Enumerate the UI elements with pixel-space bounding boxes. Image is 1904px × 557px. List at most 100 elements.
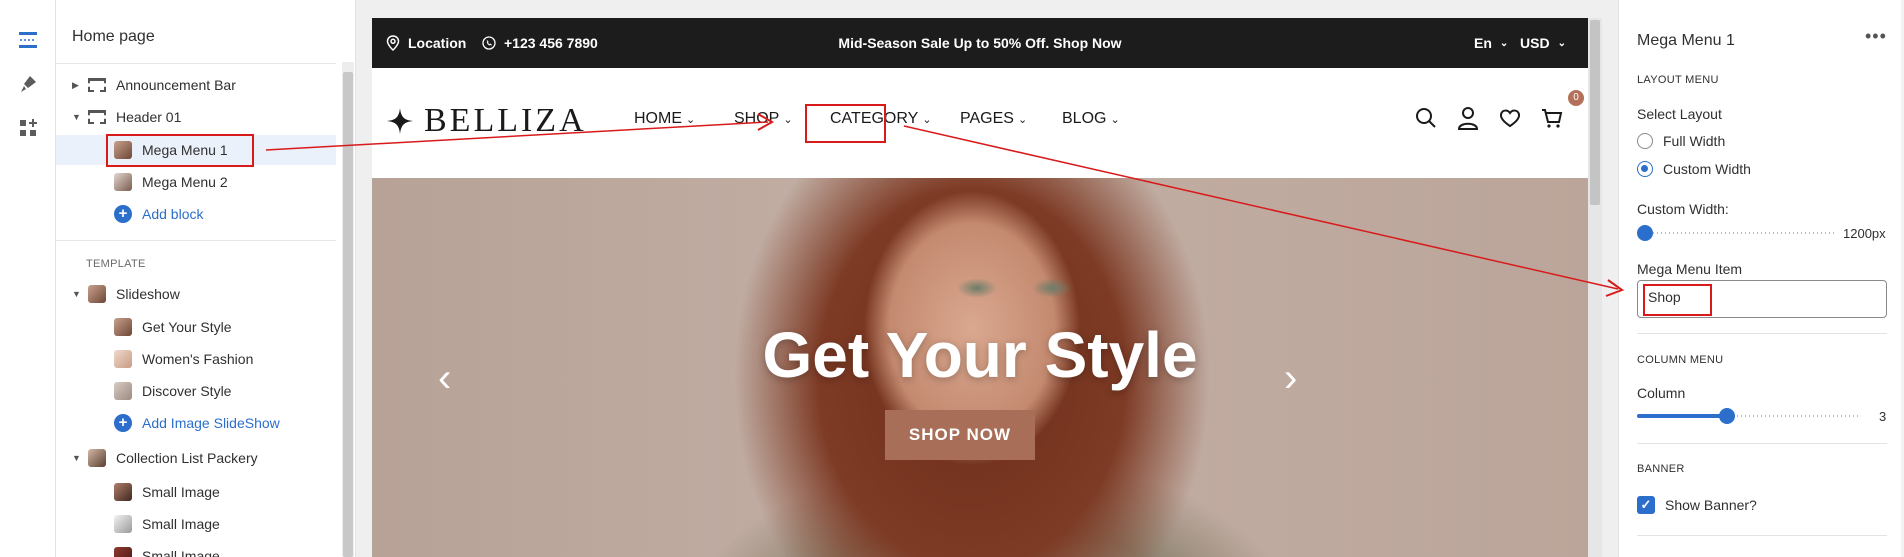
nav-pages[interactable]: PAGES ⌄	[960, 110, 1027, 128]
currency-label: USD	[1520, 35, 1550, 51]
nav-label: BLOG	[1062, 110, 1107, 127]
radio-button[interactable]	[1637, 161, 1653, 177]
chevron-down-icon: ⌄	[1110, 113, 1120, 126]
announcement-bar: Location +123 456 7890 Mid-Season Sale U…	[372, 18, 1588, 68]
preview-scrollbar[interactable]	[1588, 18, 1602, 557]
block-thumbnail	[114, 483, 132, 501]
more-options-icon[interactable]: •••	[1865, 26, 1887, 47]
column-slider[interactable]	[1637, 408, 1859, 424]
highlight-box-shop-input	[1643, 284, 1712, 316]
account-icon[interactable]	[1454, 104, 1482, 132]
sections-sidebar: Home page ▶ Announcement Bar ▼ Header 01…	[56, 0, 356, 557]
chevron-down-icon: ⌄	[922, 113, 932, 126]
block-slide[interactable]: Women's Fashion	[56, 344, 336, 374]
chevron-down-icon: ⌄	[1499, 37, 1509, 49]
wishlist-heart-icon[interactable]	[1496, 104, 1524, 132]
slider-knob[interactable]	[1637, 225, 1653, 241]
location-pin-icon	[386, 35, 400, 51]
section-label: Collection List Packery	[116, 450, 258, 466]
chevron-down-icon: ⌄	[783, 113, 793, 126]
column-label: Column	[1637, 385, 1686, 401]
divider	[1637, 535, 1887, 536]
language-selector[interactable]: En ⌄	[1474, 18, 1508, 68]
select-layout-label: Select Layout	[1637, 106, 1722, 122]
sidebar-scrollbar[interactable]	[342, 62, 354, 557]
block-mega-menu-2[interactable]: Mega Menu 2	[56, 167, 336, 197]
block-thumbnail	[114, 515, 132, 533]
section-slideshow[interactable]: ▼ Slideshow	[56, 279, 336, 309]
block-small-image[interactable]: Small Image	[56, 541, 336, 557]
divider	[56, 240, 336, 241]
chevron-down-icon[interactable]: ▼	[72, 112, 82, 122]
apps-icon[interactable]	[14, 114, 42, 142]
section-header[interactable]: ▼ Header 01	[56, 102, 336, 132]
mega-menu-item-label: Mega Menu Item	[1637, 261, 1743, 277]
block-label: Small Image	[142, 516, 220, 532]
panel-title: Mega Menu 1	[1637, 32, 1735, 49]
highlight-box-mega-menu-1	[106, 134, 254, 167]
currency-selector[interactable]: USD ⌄	[1520, 18, 1566, 68]
radio-label: Full Width	[1663, 133, 1726, 149]
plus-circle-icon: +	[114, 205, 132, 223]
radio-custom-width[interactable]: Custom Width	[1637, 161, 1751, 177]
custom-width-label: Custom Width:	[1637, 201, 1729, 217]
brush-icon[interactable]	[14, 70, 42, 98]
site-header: BELLIZA HOME ⌄ SHOP ⌄ CATEGORY ⌄ PAGES ⌄ BLO…	[372, 68, 1588, 178]
divider	[1637, 443, 1887, 444]
add-slide-label: Add Image SlideShow	[142, 415, 280, 431]
checkmark-icon[interactable]: ✓	[1637, 496, 1655, 514]
block-thumbnail	[114, 382, 132, 400]
block-small-image[interactable]: Small Image	[56, 509, 336, 539]
add-block-button[interactable]: + Add block	[56, 199, 336, 229]
banner-heading: BANNER	[1637, 463, 1685, 475]
language-label: En	[1474, 35, 1492, 51]
add-block-label: Add block	[142, 206, 204, 222]
radio-label: Custom Width	[1663, 161, 1751, 177]
chevron-right-icon[interactable]: ▶	[72, 80, 82, 91]
section-announcement-bar[interactable]: ▶ Announcement Bar	[56, 70, 336, 100]
checkbox-label: Show Banner?	[1665, 497, 1757, 513]
cart-icon[interactable]	[1538, 104, 1566, 132]
location-label: Location	[408, 35, 467, 51]
promo-text[interactable]: Mid-Season Sale Up to 50% Off. Shop Now	[838, 35, 1121, 51]
phone-link[interactable]: +123 456 7890	[482, 18, 598, 68]
add-slide-button[interactable]: + Add Image SlideShow	[56, 408, 336, 438]
section-thumbnail	[88, 449, 106, 467]
nav-label: SHOP	[734, 110, 780, 127]
block-small-image[interactable]: Small Image	[56, 477, 336, 507]
chevron-down-icon: ⌄	[1017, 113, 1028, 126]
cart-count-badge: 0	[1568, 90, 1584, 106]
nav-blog[interactable]: BLOG ⌄	[1062, 110, 1120, 128]
block-slide[interactable]: Discover Style	[56, 376, 336, 406]
sections-icon[interactable]	[14, 26, 42, 54]
brand-logo[interactable]: BELLIZA	[386, 102, 587, 140]
block-label: Discover Style	[142, 383, 232, 399]
divider	[56, 63, 336, 64]
layout-menu-heading: LAYOUT MENU	[1637, 74, 1719, 86]
location-link[interactable]: Location	[386, 18, 466, 68]
radio-button[interactable]	[1637, 133, 1653, 149]
sparkle-icon	[387, 108, 413, 134]
divider	[1637, 333, 1887, 334]
show-banner-checkbox[interactable]: ✓ Show Banner?	[1637, 496, 1757, 514]
nav-home[interactable]: HOME ⌄	[634, 110, 695, 128]
radio-full-width[interactable]: Full Width	[1637, 133, 1725, 149]
section-collection-list[interactable]: ▼ Collection List Packery	[56, 443, 336, 473]
nav-shop[interactable]: SHOP ⌄	[734, 110, 793, 128]
block-slide[interactable]: Get Your Style	[56, 312, 336, 342]
search-icon[interactable]	[1412, 104, 1440, 132]
shop-now-button[interactable]: SHOP NOW	[885, 410, 1035, 460]
block-label: Mega Menu 2	[142, 174, 228, 190]
hero-title: Get Your Style	[762, 319, 1198, 391]
block-label: Small Image	[142, 484, 220, 500]
custom-width-slider[interactable]	[1637, 225, 1837, 241]
chevron-down-icon[interactable]: ▼	[72, 453, 82, 463]
phone-icon	[482, 36, 496, 50]
chevron-down-icon: ⌄	[686, 113, 696, 126]
chevron-down-icon[interactable]: ▼	[72, 289, 82, 299]
custom-width-value: 1200px	[1843, 226, 1886, 241]
block-label: Small Image	[142, 548, 220, 557]
section-thumbnail	[88, 285, 106, 303]
slider-knob[interactable]	[1719, 408, 1735, 424]
nav-label: HOME	[634, 110, 682, 127]
